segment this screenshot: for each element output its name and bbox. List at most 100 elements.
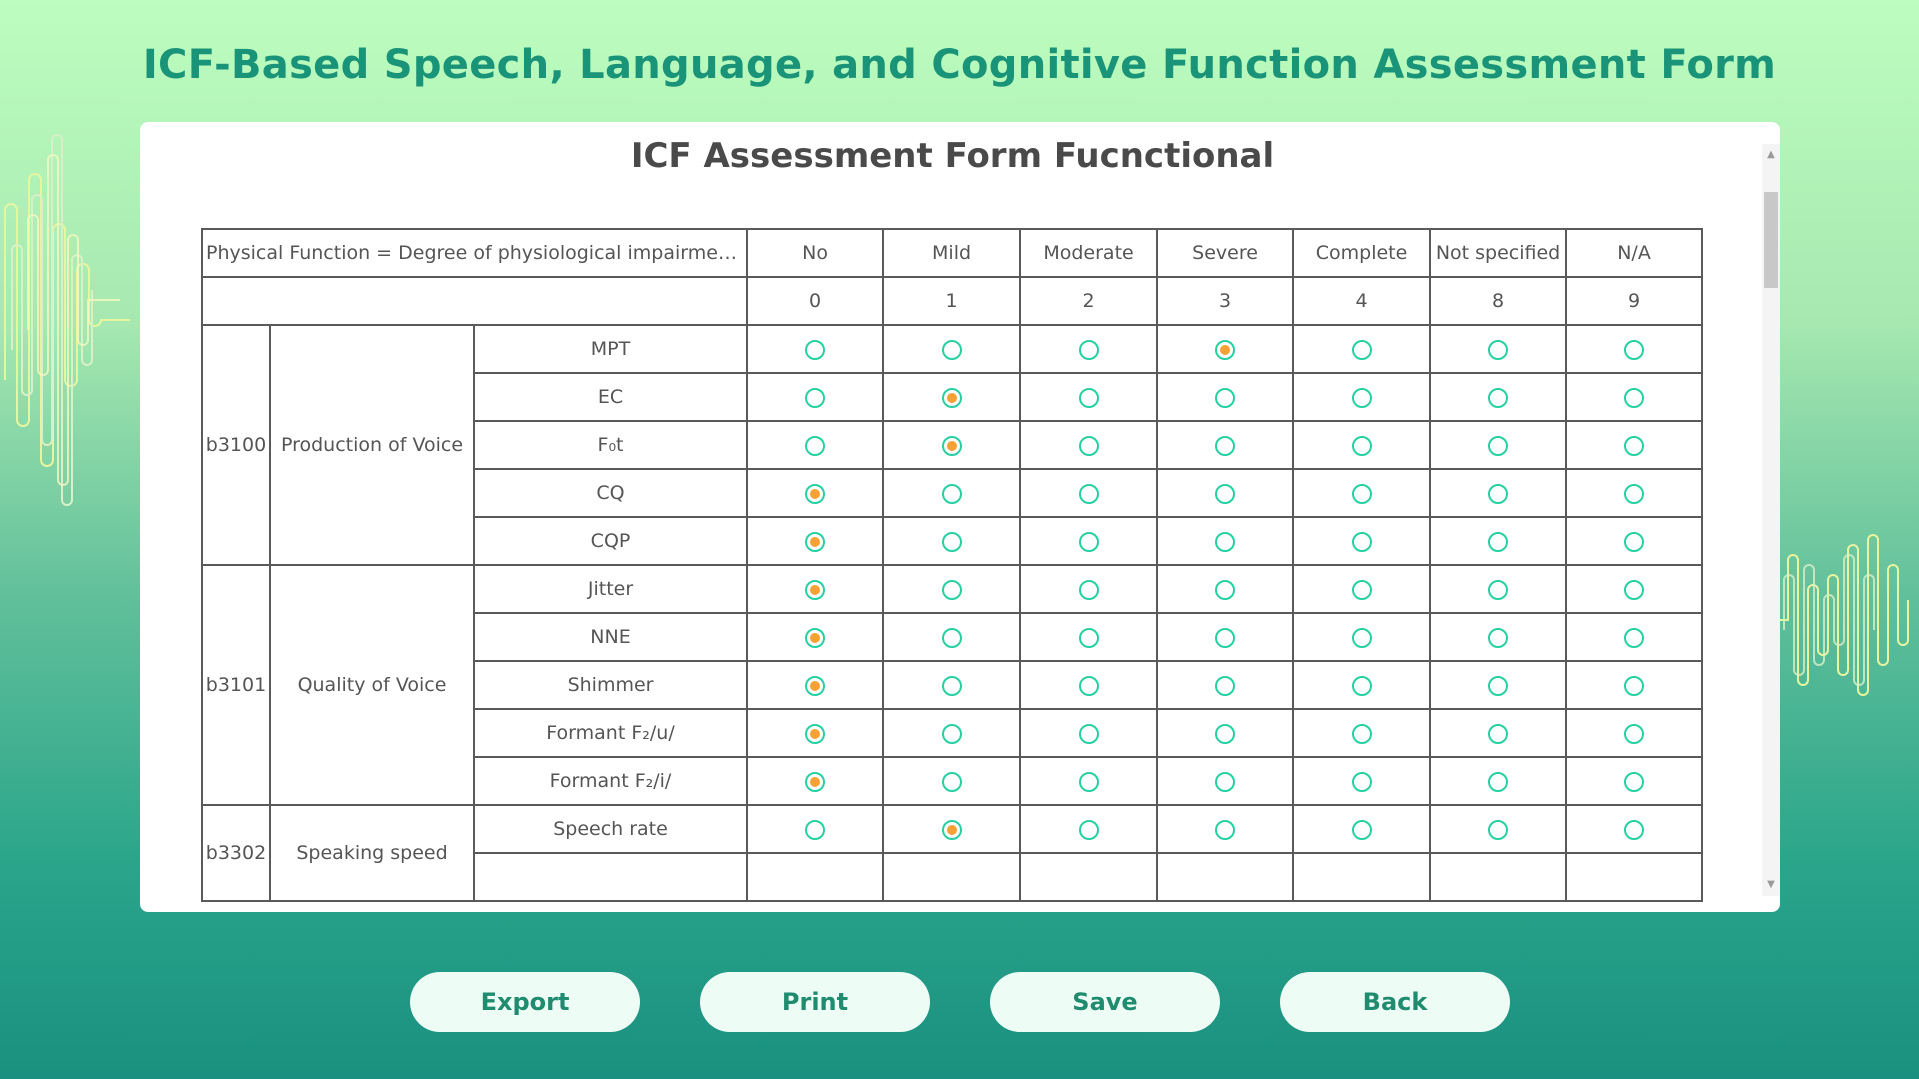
rating-radio-2[interactable] bbox=[1078, 819, 1099, 840]
back-button[interactable]: Back bbox=[1280, 972, 1510, 1032]
rating-cell bbox=[1156, 756, 1295, 806]
rating-radio-1[interactable] bbox=[941, 579, 962, 600]
rating-radio-8[interactable] bbox=[1488, 339, 1509, 360]
rating-radio-4[interactable] bbox=[1351, 339, 1372, 360]
rating-radio-1[interactable] bbox=[941, 339, 962, 360]
page-title: ICF-Based Speech, Language, and Cognitiv… bbox=[142, 42, 1777, 88]
rating-cell bbox=[882, 564, 1022, 614]
rating-radio-9[interactable] bbox=[1624, 579, 1645, 600]
rating-radio-2[interactable] bbox=[1078, 579, 1099, 600]
rating-radio-0[interactable] bbox=[805, 387, 826, 408]
rating-radio-9[interactable] bbox=[1624, 819, 1645, 840]
rating-radio-3[interactable] bbox=[1215, 531, 1236, 552]
rating-cell bbox=[746, 804, 885, 854]
rating-cell bbox=[882, 852, 1022, 902]
rating-radio-1[interactable] bbox=[941, 723, 962, 744]
rating-radio-8[interactable] bbox=[1488, 723, 1509, 744]
scrollbar-thumb[interactable] bbox=[1764, 192, 1778, 288]
rating-radio-8[interactable] bbox=[1488, 819, 1509, 840]
rating-cell bbox=[882, 756, 1022, 806]
table-row: b3101 Quality of Voice Jitter bbox=[201, 564, 1704, 806]
rating-radio-9[interactable] bbox=[1624, 483, 1645, 504]
rating-radio-8[interactable] bbox=[1488, 387, 1509, 408]
rating-radio-0[interactable] bbox=[805, 771, 826, 792]
rating-radio-9[interactable] bbox=[1624, 435, 1645, 456]
rating-radio-3[interactable] bbox=[1215, 339, 1236, 360]
rating-radio-8[interactable] bbox=[1488, 483, 1509, 504]
rating-radio-0[interactable] bbox=[805, 531, 826, 552]
rating-radio-2[interactable] bbox=[1078, 771, 1099, 792]
rating-radio-4[interactable] bbox=[1351, 483, 1372, 504]
vertical-scrollbar[interactable]: ▲ ▼ bbox=[1762, 144, 1780, 896]
rating-radio-4[interactable] bbox=[1351, 723, 1372, 744]
rating-radio-2[interactable] bbox=[1078, 387, 1099, 408]
rating-radio-3[interactable] bbox=[1215, 819, 1236, 840]
rating-radio-8[interactable] bbox=[1488, 627, 1509, 648]
assessment-table-container[interactable]: Physical Function = Degree of physiologi… bbox=[201, 228, 1705, 912]
rating-radio-1[interactable] bbox=[941, 627, 962, 648]
rating-radio-2[interactable] bbox=[1078, 339, 1099, 360]
rating-radio-9[interactable] bbox=[1624, 627, 1645, 648]
rating-radio-9[interactable] bbox=[1624, 339, 1645, 360]
rating-radio-2[interactable] bbox=[1078, 435, 1099, 456]
rating-radio-2[interactable] bbox=[1078, 723, 1099, 744]
rating-radio-0[interactable] bbox=[805, 579, 826, 600]
rating-radio-9[interactable] bbox=[1624, 771, 1645, 792]
rating-cell bbox=[1156, 372, 1295, 422]
print-button[interactable]: Print bbox=[700, 972, 930, 1032]
rating-radio-0[interactable] bbox=[805, 339, 826, 360]
rating-radio-2[interactable] bbox=[1078, 531, 1099, 552]
rating-radio-3[interactable] bbox=[1215, 435, 1236, 456]
rating-radio-9[interactable] bbox=[1624, 387, 1645, 408]
rating-radio-4[interactable] bbox=[1351, 435, 1372, 456]
rating-radio-2[interactable] bbox=[1078, 627, 1099, 648]
rating-radio-1[interactable] bbox=[941, 483, 962, 504]
rating-radio-3[interactable] bbox=[1215, 483, 1236, 504]
export-button[interactable]: Export bbox=[410, 972, 640, 1032]
rating-radio-0[interactable] bbox=[805, 483, 826, 504]
rating-radio-1[interactable] bbox=[941, 387, 962, 408]
rating-radio-8[interactable] bbox=[1488, 771, 1509, 792]
rating-cell bbox=[1292, 516, 1432, 566]
rating-radio-4[interactable] bbox=[1351, 675, 1372, 696]
rating-radio-0[interactable] bbox=[805, 435, 826, 456]
rating-radio-0[interactable] bbox=[805, 819, 826, 840]
save-button[interactable]: Save bbox=[990, 972, 1220, 1032]
scroll-up-arrow-icon[interactable]: ▲ bbox=[1762, 146, 1780, 164]
rating-cell bbox=[1156, 420, 1295, 470]
rating-radio-4[interactable] bbox=[1351, 771, 1372, 792]
rating-radio-2[interactable] bbox=[1078, 675, 1099, 696]
rating-radio-0[interactable] bbox=[805, 723, 826, 744]
rating-radio-1[interactable] bbox=[941, 675, 962, 696]
rating-radio-4[interactable] bbox=[1351, 387, 1372, 408]
rating-radio-0[interactable] bbox=[805, 675, 826, 696]
rating-radio-1[interactable] bbox=[941, 531, 962, 552]
rating-radio-4[interactable] bbox=[1351, 579, 1372, 600]
rating-radio-3[interactable] bbox=[1215, 579, 1236, 600]
rating-radio-8[interactable] bbox=[1488, 579, 1509, 600]
rating-radio-3[interactable] bbox=[1215, 771, 1236, 792]
rating-radio-8[interactable] bbox=[1488, 675, 1509, 696]
rating-radio-1[interactable] bbox=[941, 435, 962, 456]
physical-function-header: Physical Function = Degree of physiologi… bbox=[201, 228, 749, 278]
rating-radio-8[interactable] bbox=[1488, 435, 1509, 456]
rating-cell bbox=[1292, 756, 1432, 806]
rating-radio-3[interactable] bbox=[1215, 675, 1236, 696]
rating-radio-3[interactable] bbox=[1215, 627, 1236, 648]
scroll-down-arrow-icon[interactable]: ▼ bbox=[1762, 876, 1780, 894]
rating-radio-2[interactable] bbox=[1078, 483, 1099, 504]
rating-radio-9[interactable] bbox=[1624, 675, 1645, 696]
rating-radio-1[interactable] bbox=[941, 771, 962, 792]
rating-radio-4[interactable] bbox=[1351, 819, 1372, 840]
rating-radio-4[interactable] bbox=[1351, 627, 1372, 648]
rating-radio-3[interactable] bbox=[1215, 387, 1236, 408]
rating-radio-3[interactable] bbox=[1215, 723, 1236, 744]
rating-radio-9[interactable] bbox=[1624, 531, 1645, 552]
rating-radio-4[interactable] bbox=[1351, 531, 1372, 552]
rating-cell bbox=[1292, 852, 1432, 902]
rating-cell bbox=[1429, 324, 1568, 374]
rating-radio-9[interactable] bbox=[1624, 723, 1645, 744]
rating-radio-1[interactable] bbox=[941, 819, 962, 840]
rating-radio-0[interactable] bbox=[805, 627, 826, 648]
rating-radio-8[interactable] bbox=[1488, 531, 1509, 552]
